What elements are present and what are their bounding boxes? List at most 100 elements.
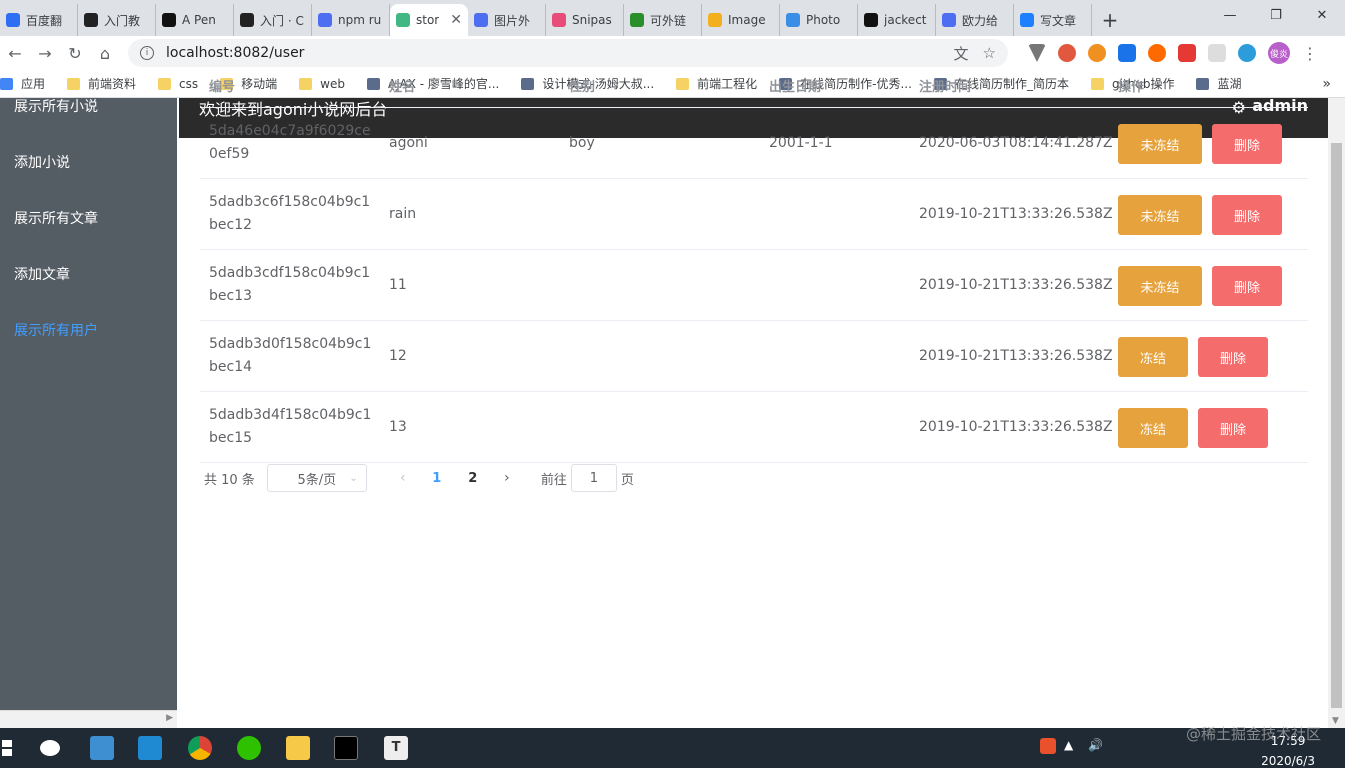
close-window-icon[interactable]: ✕ xyxy=(1299,0,1345,30)
delete-button[interactable]: 删除 xyxy=(1212,195,1282,235)
freeze-toggle-button[interactable]: 冻结 xyxy=(1118,337,1188,377)
sidebar-item-3[interactable]: 展示所有文章 xyxy=(14,208,98,228)
browser-tab[interactable]: 入门 · C xyxy=(234,4,312,36)
new-tab-button[interactable]: + xyxy=(1092,4,1128,36)
horizontal-scrollbar[interactable]: ▶ xyxy=(0,710,177,728)
browser-tab[interactable]: 百度翻 xyxy=(0,4,78,36)
delete-button[interactable]: 删除 xyxy=(1198,408,1268,448)
browser-tab[interactable]: 可外链 xyxy=(624,4,702,36)
cell-name: rain xyxy=(389,206,417,222)
tab-label: Image xyxy=(728,13,766,27)
cell-birth: 2001-1-1 xyxy=(769,135,833,151)
freeze-toggle-button[interactable]: 冻结 xyxy=(1118,408,1188,448)
browser-tab[interactable]: npm ru xyxy=(312,4,390,36)
extension-icon[interactable] xyxy=(1178,44,1196,62)
delete-button[interactable]: 删除 xyxy=(1212,124,1282,164)
bookmark-star-icon[interactable]: ☆ xyxy=(983,44,996,62)
browser-tab[interactable]: 图片外 xyxy=(468,4,546,36)
prev-page-icon[interactable]: ‹ xyxy=(387,470,419,486)
browser-tab[interactable]: 写文章 xyxy=(1014,4,1092,36)
sidebar-item-5[interactable]: 展示所有用户 xyxy=(14,320,98,340)
windows-start-icon[interactable] xyxy=(2,740,12,756)
browser-tab[interactable]: Image xyxy=(702,4,780,36)
page-jumper: 前往 页 xyxy=(541,464,634,492)
extensions-area xyxy=(1022,44,1262,62)
sidebar-item-1[interactable]: 展示所有小说 xyxy=(14,96,98,116)
sogou-icon[interactable] xyxy=(1040,738,1056,754)
tab-label: 入门 · C xyxy=(260,13,304,28)
cell-registered: 2019-10-21T13:33:26.538Z xyxy=(919,277,1113,293)
kebab-menu-icon[interactable]: ⋮ xyxy=(1302,44,1318,63)
terminal-icon[interactable] xyxy=(334,736,358,760)
more-bookmarks-icon[interactable]: » xyxy=(1322,76,1331,92)
goto-page-input[interactable] xyxy=(570,464,617,492)
tab-label: jackect xyxy=(884,13,927,27)
chevron-down-icon: ⌄ xyxy=(349,472,358,484)
extension-icon[interactable] xyxy=(1148,44,1166,62)
typora-icon[interactable]: T xyxy=(384,736,408,760)
chrome-icon[interactable] xyxy=(188,736,212,760)
profile-avatar[interactable]: 俊炎 xyxy=(1268,42,1290,64)
sidebar-item-2[interactable]: 添加小说 xyxy=(14,152,70,172)
home-icon[interactable]: ⌂ xyxy=(90,44,120,63)
app-icon[interactable] xyxy=(90,736,114,760)
tab-label: npm ru xyxy=(338,13,382,27)
tab-label: 写文章 xyxy=(1040,13,1077,28)
freeze-toggle-button[interactable]: 未冻结 xyxy=(1118,266,1202,306)
forward-arrow-icon[interactable]: → xyxy=(30,44,60,63)
pagination: 共 10 条 5条/页 ⌄ ‹ 1 2 › 前往 页 xyxy=(200,464,634,492)
sidebar-item-4[interactable]: 添加文章 xyxy=(14,264,70,284)
browser-tab[interactable]: 欧力给 xyxy=(936,4,1014,36)
delete-button[interactable]: 删除 xyxy=(1198,337,1268,377)
translate-icon[interactable]: 文 xyxy=(954,43,969,64)
url-text[interactable]: localhost:8082/user xyxy=(166,45,940,61)
browser-tab[interactable]: Photo xyxy=(780,4,858,36)
file-explorer-icon[interactable] xyxy=(286,736,310,760)
freeze-toggle-button[interactable]: 未冻结 xyxy=(1118,195,1202,235)
vue-devtools-icon[interactable] xyxy=(1028,44,1046,62)
page-size-select[interactable]: 5条/页 ⌄ xyxy=(266,464,367,492)
address-bar[interactable]: i localhost:8082/user 文 ☆ xyxy=(128,39,1008,67)
tab-favicon-icon xyxy=(6,13,20,27)
browser-tab[interactable]: Snipas xyxy=(546,4,624,36)
minimize-icon[interactable]: — xyxy=(1207,0,1253,30)
page-number-2[interactable]: 2 xyxy=(455,471,491,486)
browser-tab[interactable]: 入门教 xyxy=(78,4,156,36)
reload-icon[interactable]: ↻ xyxy=(60,44,90,63)
bookmark-item[interactable]: 应用 xyxy=(0,75,45,92)
column-header-id: 编号 xyxy=(209,80,236,95)
delete-button[interactable]: 删除 xyxy=(1212,266,1282,306)
cell-registered: 2019-10-21T13:33:26.538Z xyxy=(919,206,1113,222)
tab-label: 欧力给 xyxy=(962,13,999,28)
watermark: @稀土掘金技术社区 xyxy=(1185,725,1321,743)
page-number-1[interactable]: 1 xyxy=(419,471,455,486)
browser-tab[interactable]: stor ✕ xyxy=(390,4,468,36)
browser-tab[interactable]: jackect xyxy=(858,4,936,36)
bookmark-item[interactable]: css xyxy=(158,77,198,91)
tab-close-icon[interactable]: ✕ xyxy=(450,12,462,28)
tab-favicon-icon xyxy=(1020,13,1034,27)
bookmark-item[interactable]: 前端资料 xyxy=(67,75,136,92)
maximize-icon[interactable]: ❐ xyxy=(1253,0,1299,30)
windows-taskbar: T ▲ 🔊 17:59 2020/6/3 xyxy=(0,728,1345,768)
chat-icon[interactable] xyxy=(40,740,60,756)
site-info-icon[interactable]: i xyxy=(140,46,154,60)
extension-icon[interactable] xyxy=(1088,44,1106,62)
extension-icon[interactable] xyxy=(1058,44,1076,62)
back-arrow-icon[interactable]: ← xyxy=(0,44,30,63)
wechat-icon[interactable] xyxy=(237,736,261,760)
extension-icon[interactable] xyxy=(1118,44,1136,62)
table-row: 5dadb3c6f158c04b9c1bec12 rain 2019-10-21T1… xyxy=(200,179,1308,250)
scroll-right-icon[interactable]: ▶ xyxy=(166,713,173,723)
browser-tab[interactable]: A Pen xyxy=(156,4,234,36)
next-page-icon[interactable]: › xyxy=(491,470,523,486)
scroll-down-icon[interactable]: ▼ xyxy=(1332,716,1339,726)
freeze-toggle-button[interactable]: 未冻结 xyxy=(1118,124,1202,164)
extension-icon[interactable] xyxy=(1238,44,1256,62)
vertical-scrollbar[interactable]: ▼ xyxy=(1328,98,1345,728)
scrollbar-thumb[interactable] xyxy=(1331,143,1342,708)
vscode-icon[interactable] xyxy=(138,736,162,760)
volume-icon[interactable]: 🔊 xyxy=(1088,738,1104,754)
extension-icon[interactable] xyxy=(1208,44,1226,62)
network-icon[interactable]: ▲ xyxy=(1064,738,1080,754)
